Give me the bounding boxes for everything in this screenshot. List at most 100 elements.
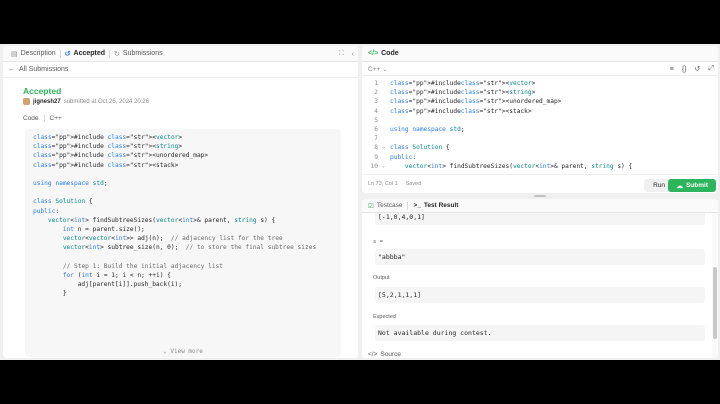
language-select[interactable]: C++ ⌄: [368, 65, 388, 73]
test-tab-bar: ☑ Testcase >_ Test Result: [362, 199, 718, 213]
tab-test-result[interactable]: >_ Test Result: [413, 202, 458, 209]
submission-time: submitted at Oct 26, 2024 20:26: [63, 98, 150, 105]
input-s-label: s =: [373, 239, 383, 245]
submission-meta: jignesh27 submitted at Oct 26, 2024 20:2…: [23, 98, 149, 105]
line-number: 4: [374, 107, 378, 115]
code-icon: </>: [368, 50, 379, 57]
line-number: 7: [374, 135, 378, 143]
editor-line-text: [388, 116, 394, 125]
back-link-label: All Submissions: [19, 66, 69, 73]
fullscreen-icon[interactable]: ⤢: [708, 65, 714, 73]
editor-line[interactable]: 2 class="pp">#include class ="str">< string…: [362, 88, 718, 97]
code-editor[interactable]: 1 class="pp">#include class ="str">< vector…: [362, 79, 718, 174]
maximize-icon[interactable]: ⛶: [339, 50, 344, 58]
code-line: // Step 1: Build the initial adjacency l…: [62, 262, 223, 270]
view-more-label: View more: [170, 348, 203, 355]
save-status: Saved: [405, 181, 422, 187]
code-line: int n = parent.size();: [62, 225, 145, 233]
tab-description-label: Description: [20, 50, 56, 57]
editor-line[interactable]: 6 using namespace std;: [362, 125, 718, 134]
editor-line[interactable]: 4 class="pp">#include class ="str"><stack>: [362, 107, 718, 116]
code-fade: [25, 327, 341, 347]
code-line: adj[parent[i]].push_back(i);: [33, 281, 183, 288]
code-label: Code: [23, 115, 39, 122]
submission-status: Accepted: [23, 86, 62, 96]
chevron-down-icon: ⌄: [382, 65, 388, 73]
code-panel-title: Code: [381, 50, 399, 57]
panel-tools: ⛶ ‹: [339, 46, 354, 62]
test-panel: ☑ Testcase >_ Test Result [-1,0,4,0,1] s…: [362, 199, 718, 358]
editor-line[interactable]: 7: [362, 134, 718, 143]
expected-value: Not available during contest.: [375, 325, 705, 341]
line-number: 8: [374, 144, 378, 152]
line-number: 5: [374, 116, 378, 124]
code-line: vector<int> findSubtreeSizes(vector<int>…: [47, 216, 276, 224]
line-number: 1: [374, 80, 378, 87]
source-label: Source: [380, 351, 402, 358]
checkbox-icon: ☑: [368, 202, 374, 210]
code-line: for (int i = 1; i < n; ++i) {: [62, 271, 171, 279]
format-icon[interactable]: ≡: [670, 66, 674, 73]
tab-description[interactable]: ▤ Description: [7, 46, 60, 62]
editor-line-text: class="pp">#include: [390, 89, 461, 97]
source-toggle[interactable]: </> Source: [368, 351, 401, 358]
tab-testcase[interactable]: ☑ Testcase: [368, 202, 402, 210]
editor-line-text: public:: [390, 153, 417, 161]
code-line: class Solution {: [33, 198, 93, 206]
input-s-value: "abbba": [375, 249, 705, 265]
tab-test-result-label: Test Result: [423, 202, 459, 209]
editor-line-text: vector<int> findSubtreeSizes(vector<int>…: [404, 162, 633, 170]
divider: [43, 115, 45, 122]
tab-accepted-label: Accepted: [73, 50, 106, 57]
line-number: 10: [370, 162, 378, 170]
code-line: class="pp">#include class="str"><string>: [33, 143, 183, 151]
submission-user[interactable]: jignesh27: [33, 99, 61, 105]
tab-accepted[interactable]: ↺ Accepted: [61, 46, 109, 62]
code-line: }: [33, 290, 67, 298]
collapse-icon[interactable]: ‹: [352, 51, 354, 58]
back-to-submissions[interactable]: ← All Submissions: [3, 62, 358, 78]
expected-label: Expected: [373, 314, 396, 320]
code-line: class="pp">#include class="str"><stack>: [33, 161, 179, 169]
tab-submissions[interactable]: ↻ Submissions: [110, 46, 167, 62]
language-select-label: C++: [368, 65, 381, 73]
grip: [534, 195, 546, 197]
submission-code-block: class="pp">#include class="str"><vector>…: [25, 129, 341, 357]
editor-line[interactable]: 8 ⌄ class Solution {: [362, 143, 718, 152]
reset-icon[interactable]: ↺: [695, 65, 701, 73]
code-panel-header: </> Code: [362, 46, 718, 62]
submission-panel: ▤ Description ↺ Accepted ↻ Submissions ⛶…: [3, 46, 358, 358]
scrollbar-thumb[interactable]: [713, 267, 717, 339]
editor-line[interactable]: 1 class="pp">#include class ="str">< vector…: [362, 79, 718, 88]
scrollbar[interactable]: [712, 213, 718, 358]
code-editor-panel: </> Code C++ ⌄ ≡ {} ↺ ⤢ 1 class="pp">#inc…: [362, 46, 718, 193]
editor-tools: ≡ {} ↺ ⤢: [670, 62, 714, 76]
braces-icon[interactable]: {}: [682, 66, 687, 73]
terminal-icon: >_: [413, 202, 421, 209]
code-line: vector<int> subtree_size(n, 0); // to st…: [62, 244, 317, 252]
output-value: [5,2,1,1,1]: [375, 287, 705, 303]
submit-button[interactable]: ☁ Submit: [668, 179, 716, 192]
code-line: public:: [33, 207, 60, 215]
output-label: Output: [373, 275, 390, 281]
left-tab-bar: ▤ Description ↺ Accepted ↻ Submissions ⛶…: [3, 46, 358, 62]
code-line: class="pp">#include class="str"><unorder…: [33, 152, 209, 160]
code-line: vector<vector<int>> adj(n); // adjacency…: [62, 235, 283, 243]
tab-divider: [407, 201, 409, 210]
line-number: 3: [374, 98, 378, 106]
editor-toolbar: C++ ⌄ ≡ {} ↺ ⤢: [362, 62, 718, 76]
editor-line-text: class Solution {: [390, 144, 450, 152]
editor-line-text: class="pp">#include: [390, 80, 461, 87]
editor-line[interactable]: 5: [362, 116, 718, 125]
line-number: 2: [374, 89, 378, 97]
editor-line[interactable]: 9 public:: [362, 153, 718, 162]
arrow-left-icon: ←: [8, 66, 15, 73]
test-result-content: [-1,0,4,0,1] s = "abbba" Output [5,2,1,1…: [362, 213, 712, 358]
code-lang-row: Code C++: [23, 115, 62, 122]
editor-line[interactable]: 3 class="pp">#include class ="str"><unorde…: [362, 97, 718, 106]
view-more-button[interactable]: ⌄ View more: [25, 348, 341, 355]
editor-line-text: class="pp">#include: [390, 107, 461, 115]
editor-line[interactable]: 10 ⌄ vector<int> findSubtreeSizes(vector<…: [362, 162, 718, 171]
